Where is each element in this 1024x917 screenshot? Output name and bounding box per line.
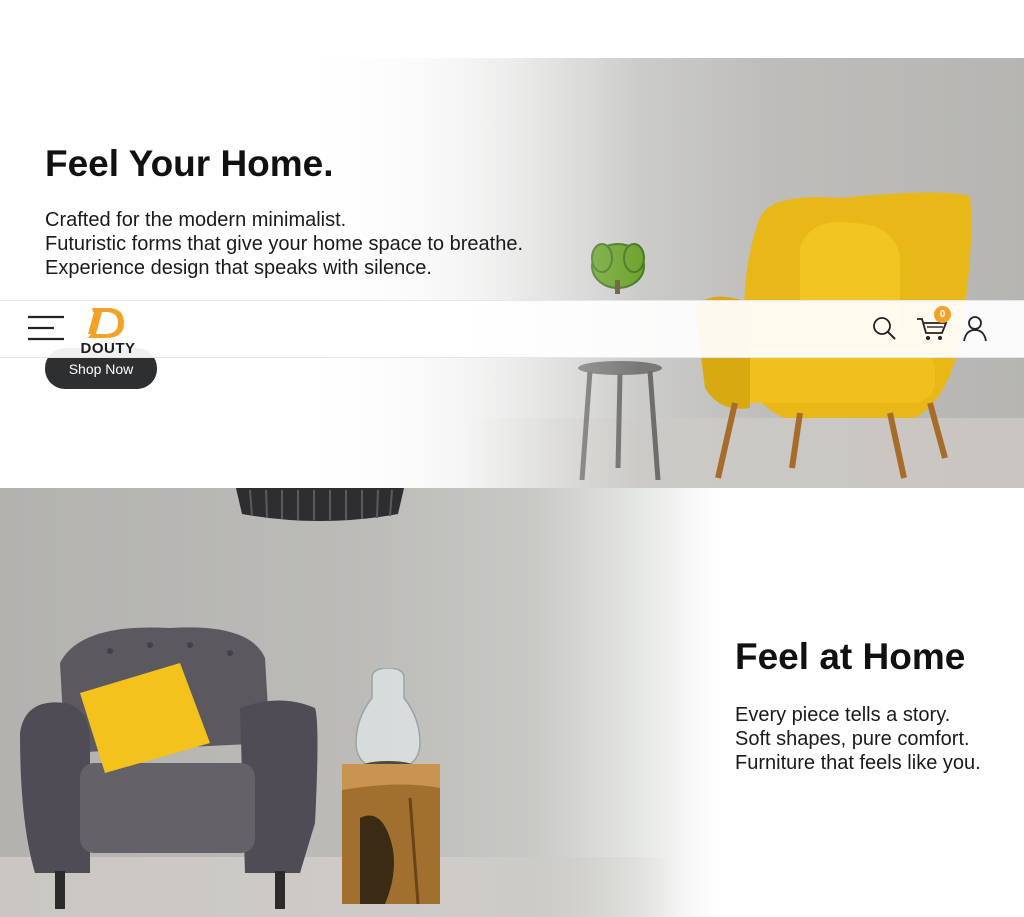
user-icon[interactable]: [961, 314, 989, 342]
search-icon[interactable]: [870, 314, 898, 342]
logo-mark-icon: [88, 308, 124, 338]
menu-icon[interactable]: [27, 313, 65, 343]
stump-table-with-vase-image: [342, 668, 440, 905]
hero-tagline-line: Every piece tells a story.: [735, 704, 951, 726]
hero-title: Feel at Home: [735, 636, 966, 677]
hero-tagline: Crafted for the modern minimalist. Futur…: [45, 208, 523, 280]
navigation-bar: DOUTY 0: [0, 300, 1024, 358]
logo-wordmark: DOUTY: [80, 340, 136, 357]
hero-tagline-line: Crafted for the modern minimalist.: [45, 209, 347, 231]
hero-tagline-line: Futuristic forms that give your home spa…: [45, 233, 523, 255]
hero-tagline-line: Furniture that feels like you.: [735, 752, 981, 774]
hero-tagline-line: Soft shapes, pure comfort.: [735, 728, 970, 750]
hero-tagline-line: Experience design that speaks with silen…: [45, 257, 432, 279]
gray-armchair-image: [20, 627, 318, 909]
hero-title: Feel Your Home.: [45, 143, 334, 184]
pendant-lamp-image: [236, 488, 404, 521]
brand-logo[interactable]: DOUTY: [76, 304, 140, 357]
hero-banner-primary: Feel Your Home. Crafted for the modern m…: [0, 58, 1024, 488]
cart-count-badge: 0: [934, 306, 951, 323]
hero-tagline: Every piece tells a story. Soft shapes, …: [735, 703, 981, 775]
hero-banner-secondary: Feel at Home Every piece tells a story. …: [0, 488, 1024, 917]
